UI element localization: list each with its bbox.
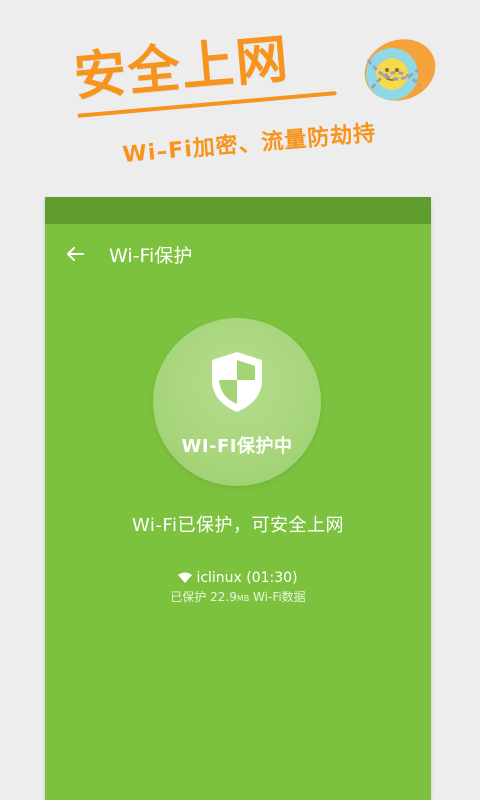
- network-name: iclinux (01:30): [196, 570, 298, 586]
- network-info: iclinux (01:30) 已保护 22.9MB Wi-Fi数据: [45, 570, 431, 605]
- wifi-icon: [178, 572, 193, 583]
- back-arrow-icon[interactable]: [63, 242, 87, 266]
- network-data-summary: 已保护 22.9MB Wi-Fi数据: [45, 588, 431, 605]
- app-bar: Wi-Fi保护: [45, 224, 431, 284]
- protection-status-button[interactable]: WI-FI保护中: [153, 318, 321, 486]
- promo-subtitle: Wi–Fi加密、流量防劫持: [121, 120, 378, 169]
- shield-icon: [212, 352, 262, 412]
- network-data-suffix: Wi-Fi数据: [249, 590, 306, 604]
- status-bar: [45, 197, 431, 224]
- network-data-unit: MB: [236, 594, 250, 603]
- app-bar-title: Wi-Fi保护: [109, 244, 193, 267]
- protection-status-label: WI-FI保护中: [181, 436, 293, 457]
- protected-message: Wi-Fi已保护，可安全上网: [132, 515, 344, 536]
- mascot-chained-lock-icon: [364, 39, 436, 101]
- network-data-prefix: 已保护 22.9: [170, 590, 237, 604]
- promo-title: 安全上网: [71, 29, 293, 108]
- phone-screen: Wi-Fi保护 WI-FI保护中 Wi-Fi已保护，可安全上网 iclinux …: [45, 197, 431, 800]
- promo-headline: 安全上网: [71, 29, 337, 118]
